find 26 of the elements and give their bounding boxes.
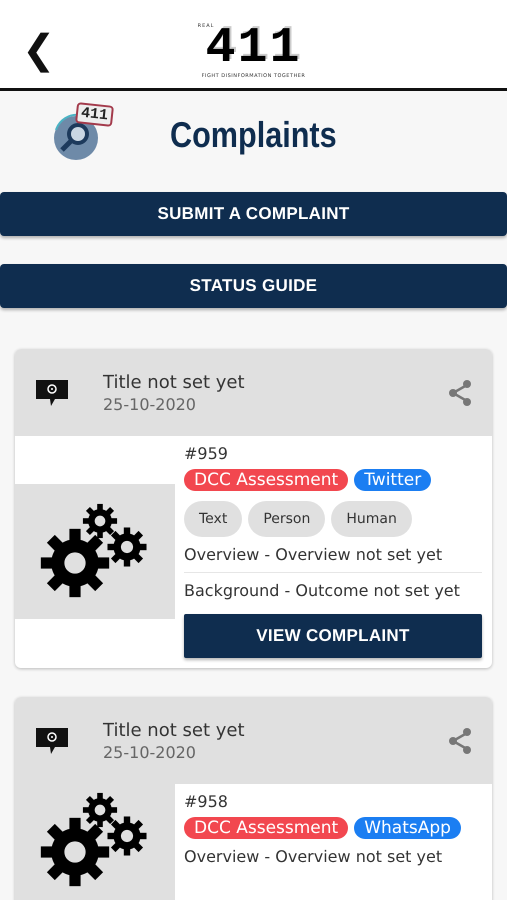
background-text: Background - Outcome not set yet: [184, 580, 461, 602]
complaint-number: #959: [184, 444, 229, 463]
action-button[interactable]: SUBMIT A COMPLAINT: [0, 192, 507, 236]
tag: WhatsApp: [354, 817, 461, 839]
complaint-date: 25-10-2020: [103, 742, 197, 762]
category-chip: Text: [184, 501, 242, 537]
category-chip: Person: [248, 501, 326, 537]
complaint-date: 25-10-2020: [103, 394, 197, 414]
category-chip: Human: [331, 501, 412, 537]
action-button[interactable]: STATUS GUIDE: [0, 264, 507, 308]
badge: 411: [75, 102, 114, 127]
complaint-title: Title not set yet: [103, 372, 246, 392]
warning-message-icon: [35, 378, 69, 408]
tag: DCC Assessment: [184, 817, 348, 839]
logo: 411: [205, 27, 302, 71]
overview-text: Overview - Overview not set yet: [184, 537, 482, 573]
share-icon[interactable]: [448, 380, 472, 406]
page-title: Complaints: [170, 114, 337, 156]
share-icon[interactable]: [448, 728, 472, 754]
tag: Twitter: [354, 469, 432, 491]
overview-text: Overview - Overview not set yet: [184, 846, 444, 868]
tag: DCC Assessment: [184, 469, 348, 491]
warning-message-icon: [35, 726, 69, 756]
view-complaint-button[interactable]: VIEW COMPLAINT: [184, 614, 482, 658]
complaint-title: Title not set yet: [103, 720, 246, 740]
complaint-number: #958: [184, 792, 229, 811]
